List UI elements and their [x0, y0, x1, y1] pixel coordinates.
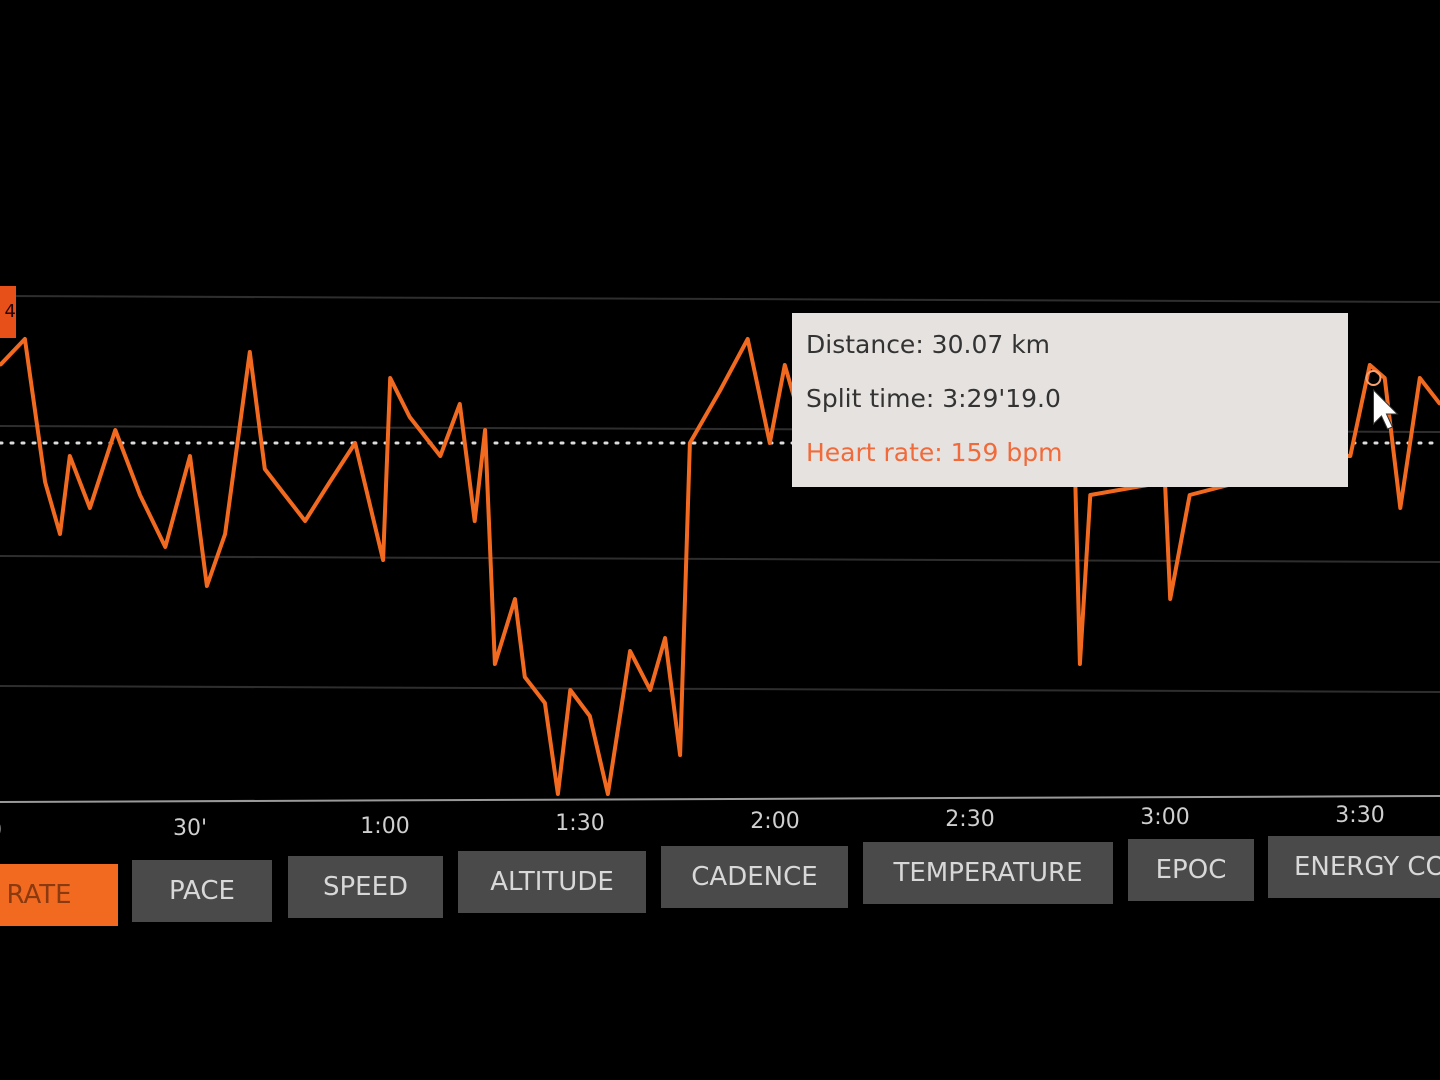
data-point [138, 493, 142, 497]
data-point [163, 545, 167, 549]
data-point [606, 792, 610, 796]
data-point [205, 584, 209, 588]
grid-line [0, 295, 1440, 303]
grid-line [0, 685, 1440, 693]
data-point [113, 428, 117, 432]
data-point [381, 558, 385, 562]
data-point [328, 480, 332, 484]
tab-heart-rate[interactable]: RATE [0, 864, 118, 926]
data-point [783, 363, 787, 367]
data-point [23, 337, 27, 341]
data-point [283, 493, 287, 497]
tab-epoc[interactable]: EPOC [1128, 839, 1254, 901]
data-point [223, 532, 227, 536]
data-point [88, 506, 92, 510]
data-point [718, 389, 722, 393]
x-tick-label: 0 [0, 818, 2, 843]
data-point [1368, 363, 1372, 367]
tab-speed[interactable]: SPEED [288, 856, 443, 918]
data-point [263, 467, 267, 471]
tab-cadence[interactable]: CADENCE [661, 846, 848, 908]
data-point [513, 597, 517, 601]
data-point [688, 441, 692, 445]
data-point [68, 454, 72, 458]
tooltip-distance: Distance: 30.07 km [806, 330, 1051, 359]
data-point [663, 636, 667, 640]
tab-pace[interactable]: PACE [132, 860, 272, 922]
x-tick-label: 2:30 [945, 807, 995, 832]
data-point [1418, 376, 1422, 380]
data-point [1383, 376, 1387, 380]
data-point [438, 454, 442, 458]
data-point [1188, 493, 1192, 497]
chart-tooltip: Distance: 30.07 km Split time: 3:29'19.0… [792, 313, 1348, 487]
data-point [746, 337, 750, 341]
x-tick-label: 3:30 [1335, 802, 1385, 828]
data-point [303, 519, 307, 523]
x-tick-label: 1:00 [360, 813, 410, 839]
data-point [556, 792, 560, 796]
data-point [588, 714, 592, 718]
data-point [523, 675, 527, 679]
data-point [678, 753, 682, 757]
x-tick-label: 1:30 [555, 811, 605, 837]
data-point [473, 519, 477, 523]
data-point [248, 350, 252, 354]
data-point [543, 701, 547, 705]
data-point [648, 688, 652, 692]
data-point [458, 402, 462, 406]
data-point [628, 649, 632, 653]
data-point [493, 662, 497, 666]
tab-temperature[interactable]: TEMPERATURE [863, 842, 1113, 904]
data-point [1078, 662, 1082, 666]
x-tick-label: 2:00 [750, 809, 800, 835]
data-point [1348, 454, 1352, 458]
tab-altitude[interactable]: ALTITUDE [458, 851, 646, 913]
data-point [568, 688, 572, 692]
x-tick-label: 3:00 [1140, 804, 1190, 830]
x-tick-label: 30' [172, 815, 208, 841]
data-point [408, 415, 412, 419]
tooltip-split-time: Split time: 3:29'19.0 [806, 384, 1061, 413]
data-point [1168, 597, 1172, 601]
data-point [768, 441, 772, 445]
data-point [1398, 506, 1402, 510]
x-axis-line [0, 795, 1440, 803]
data-point [188, 454, 192, 458]
tab-energy-consumption[interactable]: ENERGY CO [1268, 836, 1440, 898]
data-point [43, 480, 47, 484]
data-point [1088, 493, 1092, 497]
data-point [58, 532, 62, 536]
data-point [388, 376, 392, 380]
axis-value-badge: 4 [0, 286, 16, 338]
data-point [483, 428, 487, 432]
data-point [353, 441, 357, 445]
tooltip-heart-rate: Heart rate: 159 bpm [806, 438, 1063, 467]
